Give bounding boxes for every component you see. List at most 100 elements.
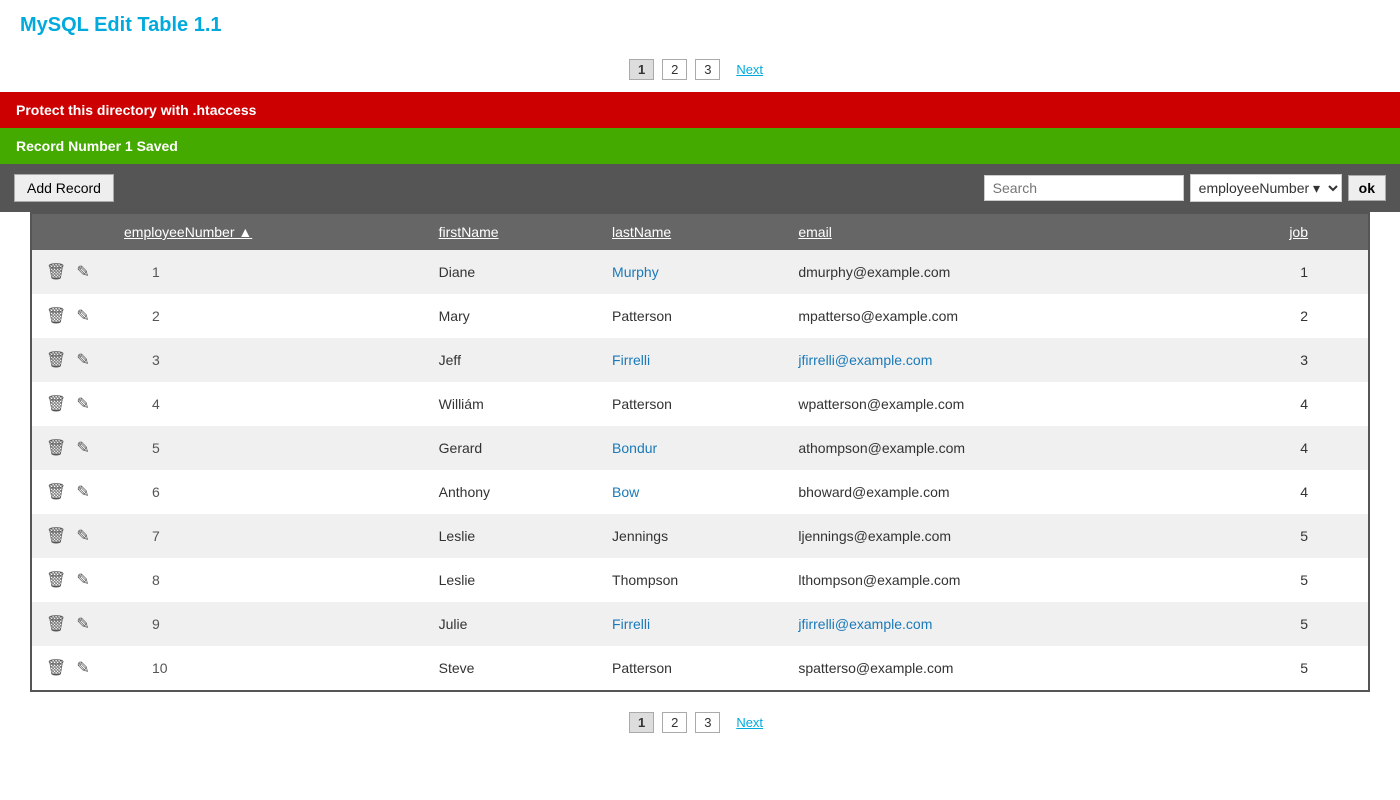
- sort-job[interactable]: job: [1289, 224, 1308, 240]
- next-link-bottom[interactable]: Next: [728, 713, 771, 732]
- col-lastName[interactable]: lastName: [600, 214, 786, 250]
- table-header-row: employeeNumber ▲ firstName lastName emai…: [32, 214, 1368, 250]
- edit-button[interactable]: ✎: [74, 568, 91, 592]
- edit-button[interactable]: ✎: [74, 304, 91, 328]
- cell-job: 4: [1181, 426, 1368, 470]
- edit-button[interactable]: ✎: [74, 348, 91, 372]
- table-row: 🗑 ✎ 3JeffFirrellijfirrelli@example.com3: [32, 338, 1368, 382]
- cell-email: jfirrelli@example.com: [786, 602, 1180, 646]
- cell-lastName: Firrelli: [600, 602, 786, 646]
- cell-email: mpatterso@example.com: [786, 294, 1180, 338]
- cell-lastName: Bondur: [600, 426, 786, 470]
- cell-employeeNumber: 8: [112, 558, 427, 602]
- cell-firstName: Diane: [427, 250, 600, 294]
- table-row: 🗑 ✎ 1DianeMurphydmurphy@example.com1: [32, 250, 1368, 294]
- delete-button[interactable]: 🗑: [44, 524, 68, 548]
- data-table: employeeNumber ▲ firstName lastName emai…: [32, 214, 1368, 690]
- toolbar: Add Record employeeNumber ▾ firstName la…: [0, 164, 1400, 212]
- table-row: 🗑 ✎ 10StevePattersonspatterso@example.co…: [32, 646, 1368, 690]
- actions-cell: 🗑 ✎: [32, 382, 112, 426]
- cell-firstName: Mary: [427, 294, 600, 338]
- page-3-top[interactable]: 3: [695, 59, 720, 80]
- cell-firstName: Leslie: [427, 514, 600, 558]
- cell-lastName: Patterson: [600, 646, 786, 690]
- delete-button[interactable]: 🗑: [44, 392, 68, 416]
- table-row: 🗑 ✎ 8LeslieThompsonlthompson@example.com…: [32, 558, 1368, 602]
- cell-firstName: Williám: [427, 382, 600, 426]
- col-email[interactable]: email: [786, 214, 1180, 250]
- edit-button[interactable]: ✎: [74, 392, 91, 416]
- cell-email: wpatterson@example.com: [786, 382, 1180, 426]
- page-1-bottom[interactable]: 1: [629, 712, 654, 733]
- delete-button[interactable]: 🗑: [44, 304, 68, 328]
- edit-button[interactable]: ✎: [74, 260, 91, 284]
- sort-employeeNumber[interactable]: employeeNumber ▲: [124, 224, 252, 240]
- cell-job: 5: [1181, 558, 1368, 602]
- page-2-bottom[interactable]: 2: [662, 712, 687, 733]
- actions-cell: 🗑 ✎: [32, 470, 112, 514]
- cell-lastName: Firrelli: [600, 338, 786, 382]
- sort-email[interactable]: email: [798, 224, 831, 240]
- cell-job: 2: [1181, 294, 1368, 338]
- table-wrapper: employeeNumber ▲ firstName lastName emai…: [30, 212, 1370, 692]
- delete-button[interactable]: 🗑: [44, 260, 68, 284]
- cell-employeeNumber: 7: [112, 514, 427, 558]
- edit-button[interactable]: ✎: [74, 480, 91, 504]
- col-firstName[interactable]: firstName: [427, 214, 600, 250]
- actions-cell: 🗑 ✎: [32, 646, 112, 690]
- cell-employeeNumber: 3: [112, 338, 427, 382]
- delete-button[interactable]: 🗑: [44, 436, 68, 460]
- alert-green: Record Number 1 Saved: [0, 128, 1400, 164]
- cell-email: ljennings@example.com: [786, 514, 1180, 558]
- table-row: 🗑 ✎ 6AnthonyBowbhoward@example.com4: [32, 470, 1368, 514]
- ok-button[interactable]: ok: [1348, 175, 1386, 201]
- page-2-top[interactable]: 2: [662, 59, 687, 80]
- col-actions: [32, 214, 112, 250]
- actions-cell: 🗑 ✎: [32, 250, 112, 294]
- cell-employeeNumber: 5: [112, 426, 427, 470]
- search-input[interactable]: [984, 175, 1184, 201]
- cell-job: 5: [1181, 602, 1368, 646]
- cell-job: 5: [1181, 646, 1368, 690]
- delete-button[interactable]: 🗑: [44, 612, 68, 636]
- delete-button[interactable]: 🗑: [44, 480, 68, 504]
- cell-lastName: Jennings: [600, 514, 786, 558]
- delete-button[interactable]: 🗑: [44, 348, 68, 372]
- cell-job: 5: [1181, 514, 1368, 558]
- cell-lastName: Patterson: [600, 382, 786, 426]
- cell-email: jfirrelli@example.com: [786, 338, 1180, 382]
- edit-button[interactable]: ✎: [74, 656, 91, 680]
- page-3-bottom[interactable]: 3: [695, 712, 720, 733]
- pagination-top: 1 2 3 Next: [0, 51, 1400, 92]
- actions-cell: 🗑 ✎: [32, 294, 112, 338]
- table-row: 🗑 ✎ 7LeslieJenningsljennings@example.com…: [32, 514, 1368, 558]
- add-record-button[interactable]: Add Record: [14, 174, 114, 202]
- col-job[interactable]: job: [1181, 214, 1368, 250]
- column-select[interactable]: employeeNumber ▾ firstName lastName emai…: [1190, 174, 1342, 202]
- cell-lastName: Murphy: [600, 250, 786, 294]
- app-title: MySQL Edit Table 1.1: [0, 0, 1400, 51]
- edit-button[interactable]: ✎: [74, 612, 91, 636]
- delete-button[interactable]: 🗑: [44, 656, 68, 680]
- actions-cell: 🗑 ✎: [32, 558, 112, 602]
- cell-job: 1: [1181, 250, 1368, 294]
- page-1-top[interactable]: 1: [629, 59, 654, 80]
- cell-firstName: Jeff: [427, 338, 600, 382]
- edit-button[interactable]: ✎: [74, 524, 91, 548]
- cell-employeeNumber: 10: [112, 646, 427, 690]
- edit-button[interactable]: ✎: [74, 436, 91, 460]
- cell-firstName: Julie: [427, 602, 600, 646]
- cell-email: bhoward@example.com: [786, 470, 1180, 514]
- cell-employeeNumber: 6: [112, 470, 427, 514]
- sort-firstName[interactable]: firstName: [439, 224, 499, 240]
- table-row: 🗑 ✎ 4WilliámPattersonwpatterson@example.…: [32, 382, 1368, 426]
- cell-job: 3: [1181, 338, 1368, 382]
- cell-lastName: Bow: [600, 470, 786, 514]
- sort-lastName[interactable]: lastName: [612, 224, 671, 240]
- col-employeeNumber[interactable]: employeeNumber ▲: [112, 214, 427, 250]
- alert-red: Protect this directory with .htaccess: [0, 92, 1400, 128]
- cell-employeeNumber: 2: [112, 294, 427, 338]
- delete-button[interactable]: 🗑: [44, 568, 68, 592]
- next-link-top[interactable]: Next: [728, 60, 771, 79]
- table-row: 🗑 ✎ 2MaryPattersonmpatterso@example.com2: [32, 294, 1368, 338]
